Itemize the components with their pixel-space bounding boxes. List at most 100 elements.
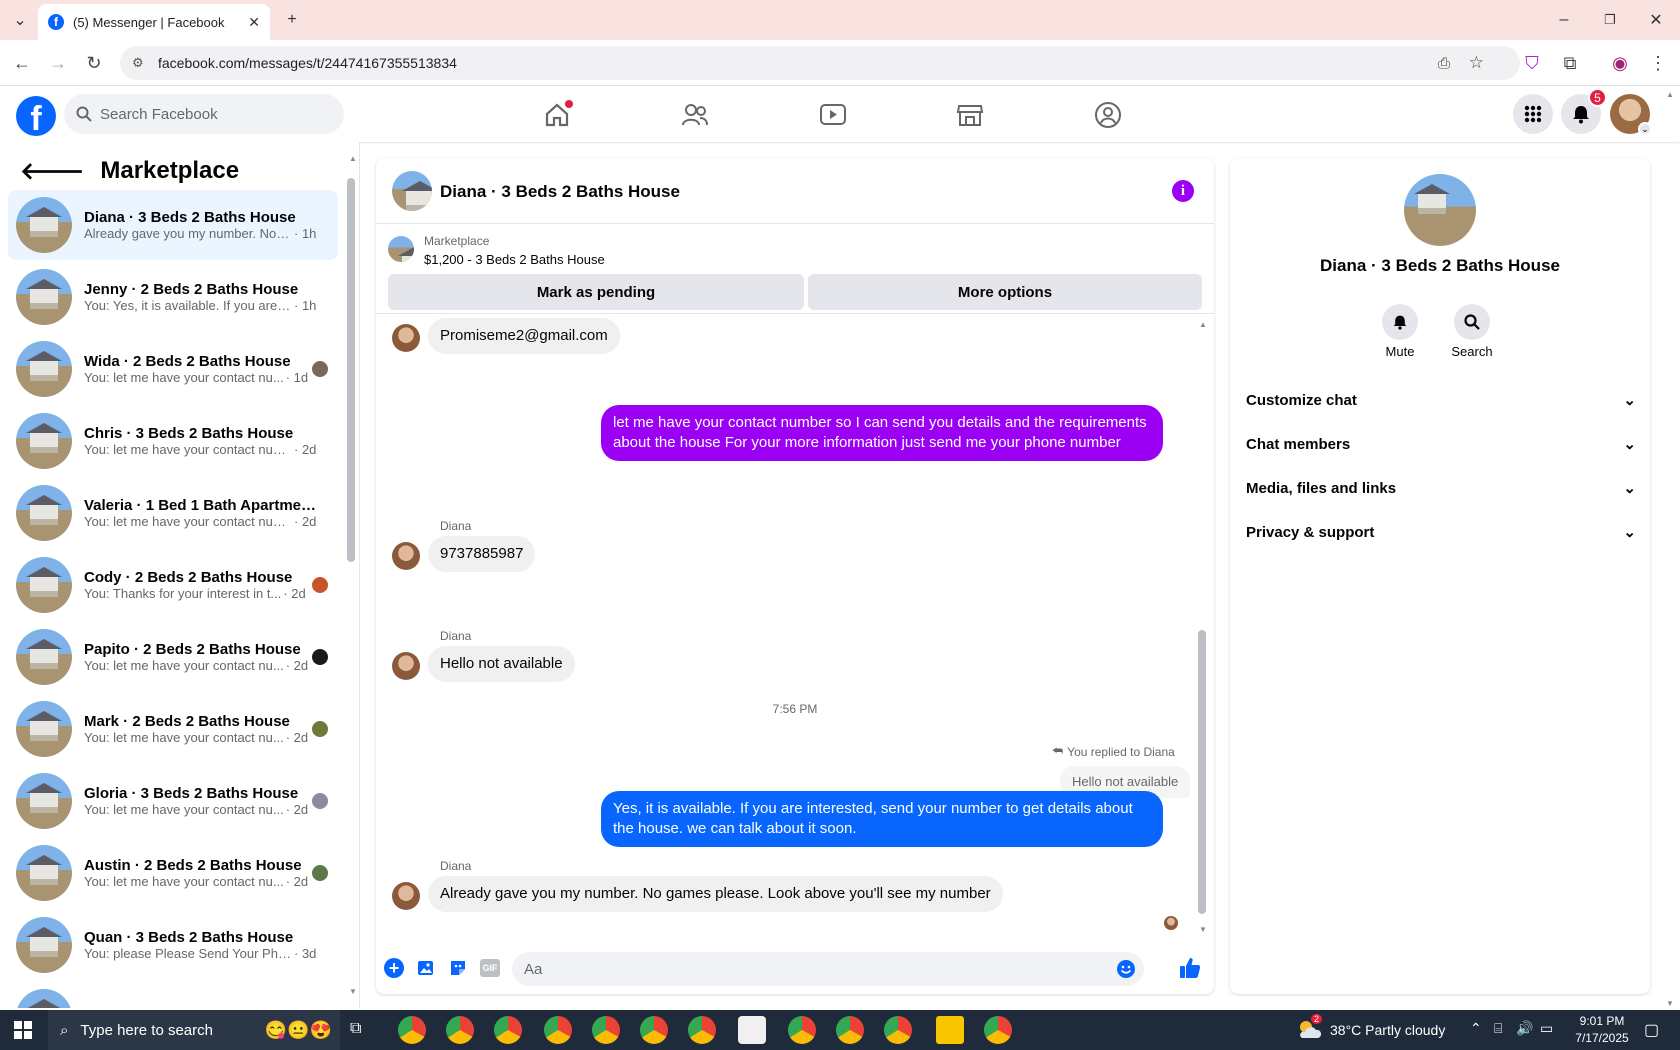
listing-detail[interactable]: $1,200 - 3 Beds 2 Baths House [424, 252, 605, 267]
info-icon[interactable]: i [1172, 180, 1194, 202]
sender-avatar[interactable] [392, 324, 420, 352]
bookmark-star-icon[interactable]: ☆ [1469, 53, 1484, 73]
left-scrollbar-thumb[interactable] [347, 178, 355, 562]
restore-icon[interactable]: ❐ [1596, 6, 1624, 34]
facebook-logo-icon[interactable]: f [16, 96, 56, 136]
conversation-item[interactable]: Diana · 3 Beds 2 Baths House Already gave… [8, 190, 338, 260]
like-thumb-icon[interactable] [1178, 956, 1202, 980]
account-avatar[interactable]: ⌄ [1610, 94, 1652, 136]
video-nav-icon[interactable] [813, 98, 853, 132]
conversation-item[interactable]: Travis · 2 Beds 2 Baths House [8, 982, 338, 1008]
volume-icon[interactable]: 🔊 [1516, 1020, 1533, 1037]
profile-icon[interactable]: ◉ [1606, 49, 1634, 77]
gif-icon[interactable]: GIF [480, 959, 500, 977]
details-avatar[interactable] [1404, 174, 1476, 246]
photo-icon[interactable] [416, 958, 436, 978]
back-arrow-icon[interactable]: 🡐 [20, 156, 84, 186]
weather-text[interactable]: 38°C Partly cloudy [1330, 1022, 1445, 1038]
conversation-item[interactable]: Mark · 2 Beds 2 Baths House You: let me h… [8, 694, 338, 764]
conversation-name: Gloria · 3 Beds 2 Baths House [84, 785, 299, 802]
home-nav-icon[interactable] [537, 98, 577, 132]
notifications-bell-icon[interactable]: 5 [1561, 88, 1607, 134]
chat-pane: Diana · 3 Beds 2 Baths House i Marketpla… [376, 158, 1214, 994]
chrome-window-icon[interactable] [884, 1016, 912, 1044]
action-center-icon[interactable]: ▢ [1644, 1020, 1659, 1040]
weather-icon[interactable]: 2 [1296, 1014, 1322, 1040]
search-in-chat-button[interactable] [1454, 304, 1490, 340]
close-tab-icon[interactable]: ✕ [248, 14, 260, 31]
chrome-window-icon[interactable] [494, 1016, 522, 1044]
emoji-icon[interactable] [1116, 959, 1136, 979]
message-input[interactable]: Aa [512, 952, 1144, 986]
chrome-window-icon[interactable] [592, 1016, 620, 1044]
back-icon[interactable]: ← [8, 49, 36, 77]
conversation-item[interactable]: Gloria · 3 Beds 2 Baths House You: let me… [8, 766, 338, 836]
chrome-window-icon[interactable] [446, 1016, 474, 1044]
chat-avatar[interactable] [392, 171, 432, 211]
chat-scrollbar[interactable]: ▲ ▼ [1198, 320, 1207, 934]
more-options-button[interactable]: More options [808, 274, 1202, 310]
url-field[interactable]: ⚙ facebook.com/messages/t/24474167355513… [120, 46, 1520, 80]
install-icon[interactable]: ⎙ [1438, 55, 1450, 72]
mark-as-pending-button[interactable]: Mark as pending [388, 274, 804, 310]
sender-avatar[interactable] [392, 652, 420, 680]
chat-members-section[interactable]: Chat members ⌄ [1246, 424, 1636, 464]
chrome-window-icon[interactable] [544, 1016, 572, 1044]
clock-time: 9:01 PM [1579, 1014, 1625, 1028]
conversation-item[interactable]: Chris · 3 Beds 2 Baths House You: let me … [8, 406, 338, 476]
listing-thumbnail[interactable] [388, 236, 414, 262]
conversation-item[interactable]: Valeria · 1 Bed 1 Bath Apartment... You: … [8, 478, 338, 548]
conversation-item[interactable]: Jenny · 2 Beds 2 Baths House You: Yes, it… [8, 262, 338, 332]
left-scrollbar[interactable]: ▲ ▼ [347, 154, 357, 996]
browser-tab[interactable]: f (5) Messenger | Facebook ✕ [38, 4, 270, 40]
conversation-item[interactable]: Wida · 2 Beds 2 Baths House You: let me h… [8, 334, 338, 404]
chrome-window-icon[interactable] [984, 1016, 1012, 1044]
privacy-support-section[interactable]: Privacy & support ⌄ [1246, 512, 1636, 552]
add-plus-icon[interactable]: + [384, 958, 404, 978]
page-scrollbar[interactable]: ▲ ▼ [1666, 90, 1676, 1008]
sticky-notes-icon[interactable] [936, 1016, 964, 1044]
chat-scrollbar-thumb[interactable] [1198, 630, 1206, 914]
message-incoming: Hello not available [428, 646, 575, 682]
chrome-window-icon[interactable] [788, 1016, 816, 1044]
minimize-icon[interactable]: – [1550, 6, 1578, 34]
reload-icon[interactable]: ↻ [80, 49, 108, 77]
extension-shield-icon[interactable]: ⛉ [1518, 49, 1546, 77]
sender-avatar[interactable] [392, 542, 420, 570]
chrome-window-icon[interactable] [398, 1016, 426, 1044]
customize-chat-section[interactable]: Customize chat ⌄ [1246, 380, 1636, 420]
taskbar-clock[interactable]: 9:01 PM 7/17/2025 [1566, 1013, 1638, 1047]
conversation-item[interactable]: Quan · 3 Beds 2 Baths House You: please P… [8, 910, 338, 980]
groups-nav-icon[interactable] [1088, 98, 1128, 132]
conversation-item[interactable]: Austin · 2 Beds 2 Baths House You: let me… [8, 838, 338, 908]
conversation-item[interactable]: Cody · 2 Beds 2 Baths House You: Thanks f… [8, 550, 338, 620]
chrome-window-icon[interactable] [688, 1016, 716, 1044]
browser-menu-icon[interactable]: ⋮ [1644, 49, 1672, 77]
windows-start-icon[interactable] [14, 1021, 32, 1039]
chat-title[interactable]: Diana · 3 Beds 2 Baths House [440, 182, 680, 202]
facebook-search-input[interactable]: Search Facebook [64, 94, 344, 134]
network-icon[interactable]: ⌸ [1494, 1020, 1502, 1037]
forward-icon[interactable]: → [44, 49, 72, 77]
tab-search-icon[interactable]: ⌄ [6, 6, 34, 34]
task-view-icon[interactable]: ⧉ [350, 1020, 361, 1038]
friends-nav-icon[interactable] [675, 98, 715, 132]
chrome-window-icon[interactable] [836, 1016, 864, 1044]
new-tab-icon[interactable]: + [278, 6, 306, 34]
tray-chevron-icon[interactable]: ⌃ [1470, 1020, 1482, 1037]
seen-receipt-avatar [1164, 916, 1178, 930]
close-window-icon[interactable]: ✕ [1642, 6, 1670, 34]
menu-grid-icon[interactable] [1513, 94, 1553, 134]
media-files-links-section[interactable]: Media, files and links ⌄ [1246, 468, 1636, 508]
display-icon[interactable]: ▭ [1540, 1020, 1553, 1037]
marketplace-nav-icon[interactable] [950, 98, 990, 132]
extensions-puzzle-icon[interactable]: ⧉ [1556, 49, 1584, 77]
chrome-window-icon[interactable] [640, 1016, 668, 1044]
mute-button[interactable] [1382, 304, 1418, 340]
sticker-icon[interactable] [448, 958, 468, 978]
site-info-icon[interactable]: ⚙ [132, 55, 144, 71]
sender-avatar[interactable] [392, 882, 420, 910]
app-icon[interactable] [738, 1016, 766, 1044]
taskbar-search-box[interactable]: ⌕ Type here to search 😋😐😍 [48, 1010, 340, 1050]
conversation-item[interactable]: Papito · 2 Beds 2 Baths House You: let me… [8, 622, 338, 692]
